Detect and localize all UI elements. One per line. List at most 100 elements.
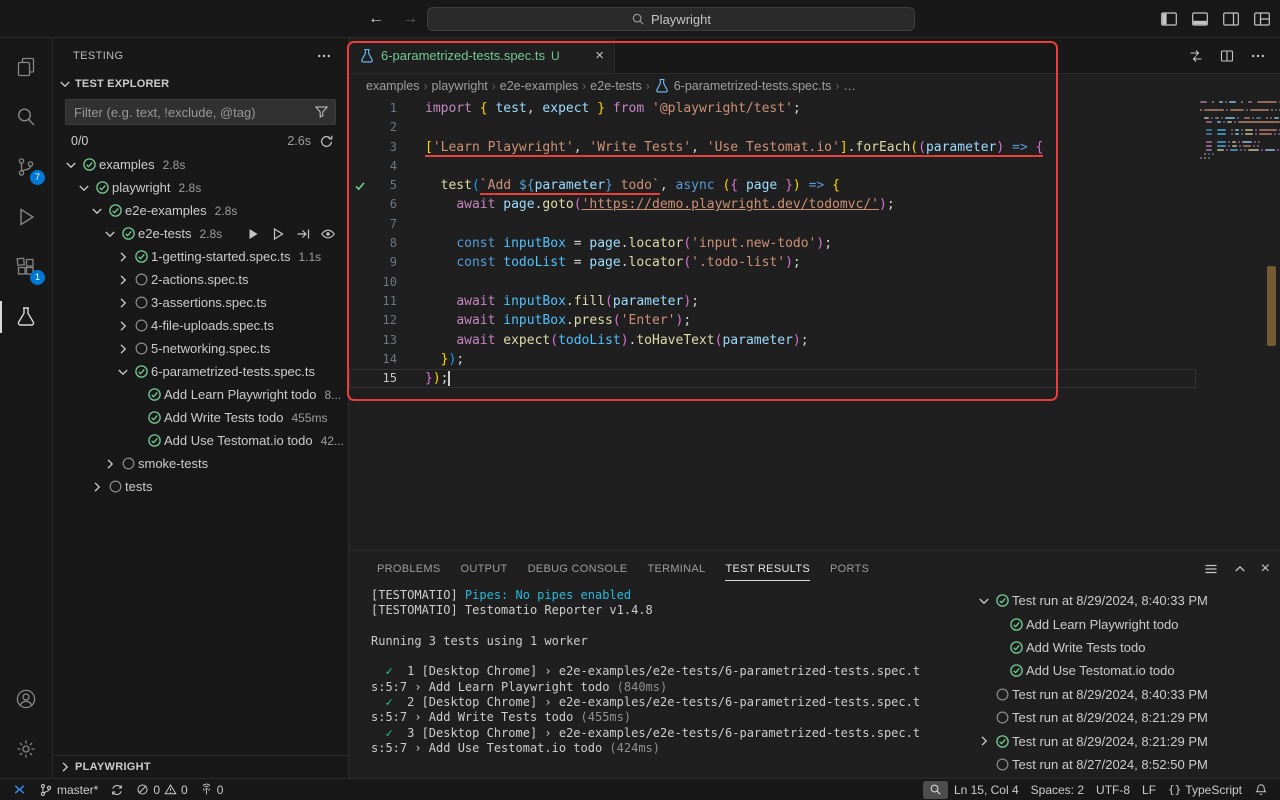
toggle-secondary-sidebar-icon[interactable] — [1221, 9, 1241, 29]
test-result-item[interactable]: Add Use Testomat.io todo — [968, 659, 1280, 682]
code-editor[interactable]: 1import { test, expect } from '@playwrig… — [349, 99, 1196, 388]
chevron-right-icon[interactable] — [976, 733, 992, 749]
back-icon[interactable]: ← — [368, 10, 384, 28]
activity-item-accounts[interactable] — [0, 674, 52, 724]
test-tree-item[interactable]: 6-parametrized-tests.spec.ts — [53, 360, 348, 383]
playwright-section[interactable]: PLAYWRIGHT — [53, 755, 348, 778]
debug-test-icon[interactable] — [270, 226, 286, 242]
chevron-down-icon[interactable] — [76, 180, 92, 196]
code-line-7[interactable]: 7 — [349, 215, 1196, 234]
toggle-sidebar-icon[interactable] — [1159, 9, 1179, 29]
more-actions-icon[interactable] — [316, 48, 332, 64]
test-tree-item[interactable]: 2-actions.spec.ts — [53, 268, 348, 291]
code-line-13[interactable]: 13 await expect(todoList).toHaveText(par… — [349, 331, 1196, 350]
test-result-item[interactable]: Test run at 8/29/2024, 8:21:29 PM — [968, 729, 1280, 752]
test-tree-item[interactable]: 4-file-uploads.spec.ts — [53, 314, 348, 337]
activity-item-testing[interactable] — [0, 292, 52, 342]
code-line-6[interactable]: 6 await page.goto('https://demo.playwrig… — [349, 195, 1196, 214]
run-test-icon[interactable] — [245, 226, 261, 242]
breadcrumb-item[interactable]: playwright — [432, 79, 488, 93]
tab-6-parametrized-tests[interactable]: 6-parametrized-tests.spec.ts U × — [349, 38, 615, 73]
test-result-item[interactable]: Add Learn Playwright todo — [968, 612, 1280, 635]
test-tree-item[interactable]: tests — [53, 475, 348, 498]
test-tree-item[interactable]: Add Write Tests todo455ms — [53, 406, 348, 429]
breadcrumb-item[interactable]: e2e-tests — [590, 79, 641, 93]
eol-status[interactable]: LF — [1136, 779, 1162, 800]
test-result-item[interactable]: Test run at 8/29/2024, 8:21:29 PM — [968, 706, 1280, 729]
breadcrumb-item[interactable]: 6-parametrized-tests.spec.ts — [654, 78, 832, 94]
chevron-right-icon[interactable] — [115, 272, 131, 288]
forward-icon[interactable]: → — [402, 10, 418, 28]
chevron-right-icon[interactable] — [115, 341, 131, 357]
activity-item-search[interactable] — [0, 92, 52, 142]
test-tree-item[interactable]: e2e-tests2.8s — [53, 222, 348, 245]
chevron-right-icon[interactable] — [115, 318, 131, 334]
more-actions-icon[interactable] — [1250, 48, 1266, 64]
panel-tab-debug-console[interactable]: DEBUG CONSOLE — [518, 551, 638, 586]
chevron-right-icon[interactable] — [115, 295, 131, 311]
chevron-right-icon[interactable] — [89, 479, 105, 495]
test-tree-item[interactable]: 3-assertions.spec.ts — [53, 291, 348, 314]
breadcrumb-item[interactable]: examples — [366, 79, 420, 93]
encoding-status[interactable]: UTF-8 — [1090, 779, 1136, 800]
search-editor-button[interactable] — [923, 781, 948, 799]
command-center-search[interactable]: Playwright — [427, 7, 915, 31]
customize-layout-icon[interactable] — [1252, 9, 1272, 29]
remote-indicator[interactable] — [6, 779, 33, 800]
activity-item-extensions[interactable]: 1 — [0, 242, 52, 292]
code-line-14[interactable]: 14 }); — [349, 350, 1196, 369]
chevron-down-icon[interactable] — [63, 157, 79, 173]
activity-item-explorer[interactable] — [0, 42, 52, 92]
minimap[interactable] — [1198, 101, 1262, 161]
code-line-10[interactable]: 10 — [349, 273, 1196, 292]
code-line-3[interactable]: 3['Learn Playwright', 'Write Tests', 'Us… — [349, 138, 1196, 157]
sync-changes-button[interactable] — [104, 779, 130, 800]
split-editor-icon[interactable] — [1219, 48, 1235, 64]
chevron-down-icon[interactable] — [115, 364, 131, 380]
breadcrumb-item[interactable]: e2e-examples — [500, 79, 579, 93]
close-tab-icon[interactable]: × — [595, 48, 604, 63]
code-line-5[interactable]: 5 test(`Add ${parameter} todo`, async ({… — [349, 176, 1196, 195]
panel-tab-test-results[interactable]: TEST RESULTS — [715, 551, 820, 586]
indentation-status[interactable]: Spaces: 2 — [1025, 779, 1090, 800]
panel-tab-problems[interactable]: PROBLEMS — [367, 551, 451, 586]
cursor-position[interactable]: Ln 15, Col 4 — [948, 779, 1025, 800]
code-line-11[interactable]: 11 await inputBox.fill(parameter); — [349, 292, 1196, 311]
filter-input[interactable] — [65, 99, 336, 125]
panel-tab-output[interactable]: OUTPUT — [451, 551, 518, 586]
chevron-down-icon[interactable] — [102, 226, 118, 242]
ports-status[interactable]: 0 — [194, 779, 230, 800]
panel-tab-ports[interactable]: PORTS — [820, 551, 879, 586]
code-line-15[interactable]: 15}); — [349, 369, 1196, 388]
watch-test-icon[interactable] — [320, 226, 336, 242]
test-tree-item[interactable]: Add Learn Playwright todo8... — [53, 383, 348, 406]
test-tree-item[interactable]: 5-networking.spec.ts — [53, 337, 348, 360]
maximize-panel-icon[interactable] — [1232, 561, 1248, 577]
test-tree-item[interactable]: playwright2.8s — [53, 176, 348, 199]
activity-item-source-control[interactable]: 7 — [0, 142, 52, 192]
gutter-test-pass-icon[interactable] — [349, 176, 371, 195]
refresh-tests-icon[interactable] — [319, 134, 334, 149]
panel-tab-terminal[interactable]: TERMINAL — [637, 551, 715, 586]
toggle-panel-icon[interactable] — [1190, 9, 1210, 29]
code-line-8[interactable]: 8 const inputBox = page.locator('input.n… — [349, 234, 1196, 253]
test-result-item[interactable]: Test run at 8/29/2024, 8:40:33 PM — [968, 589, 1280, 612]
problems-status[interactable]: 0 0 — [130, 779, 193, 800]
test-tree-item[interactable]: examples2.8s — [53, 153, 348, 176]
language-status[interactable]: {} TypeScript — [1162, 779, 1248, 800]
chevron-right-icon[interactable] — [102, 456, 118, 472]
test-tree-item[interactable]: e2e-examples2.8s — [53, 199, 348, 222]
close-panel-icon[interactable]: × — [1261, 561, 1270, 577]
test-result-item[interactable]: Add Write Tests todo — [968, 636, 1280, 659]
chevron-right-icon[interactable] — [115, 249, 131, 265]
test-result-item[interactable]: Test run at 8/29/2024, 8:40:33 PM — [968, 683, 1280, 706]
test-tree-item[interactable]: 1-getting-started.spec.ts1.1s — [53, 245, 348, 268]
notifications-button[interactable] — [1248, 779, 1274, 800]
compare-changes-icon[interactable] — [1188, 48, 1204, 64]
output-actions-icon[interactable] — [1203, 561, 1219, 577]
code-line-2[interactable]: 2 — [349, 118, 1196, 137]
chevron-down-icon[interactable] — [89, 203, 105, 219]
breadcrumb-item[interactable]: … — [843, 79, 856, 93]
activity-item-run-and-debug[interactable] — [0, 192, 52, 242]
code-line-12[interactable]: 12 await inputBox.press('Enter'); — [349, 311, 1196, 330]
